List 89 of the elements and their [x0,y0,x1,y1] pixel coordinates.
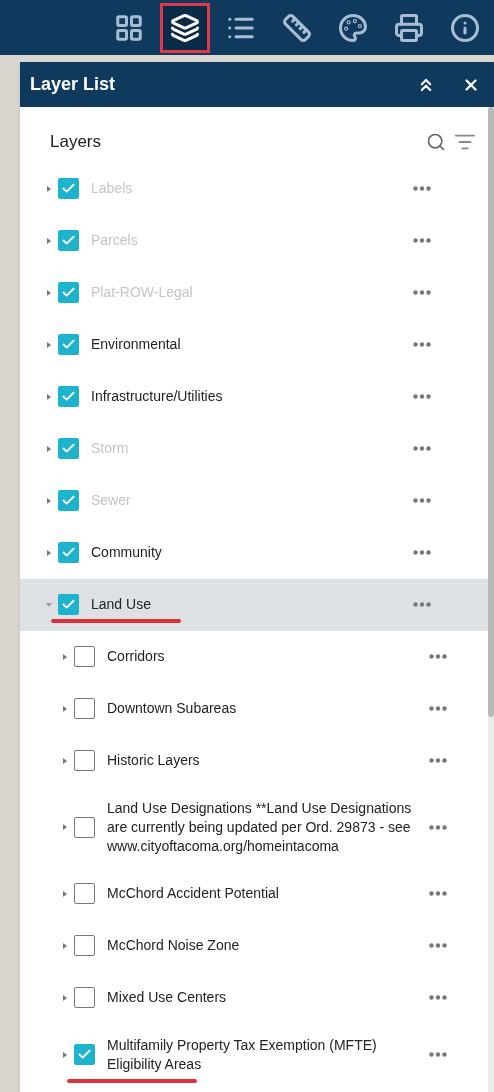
more-options-icon[interactable] [413,394,431,399]
caret-right-icon[interactable] [46,445,52,452]
layer-row-highlight[interactable]: Land Use [20,578,488,631]
more-options-icon[interactable] [429,891,447,896]
caret-right-icon[interactable] [62,1051,68,1058]
more-options-icon[interactable] [413,550,431,555]
caret-right-icon[interactable] [46,341,52,348]
layer-checkbox[interactable] [74,816,95,838]
more-options-icon[interactable] [429,824,447,830]
checkmark-icon [61,233,76,248]
layer-name: McChord Noise Zone [107,936,241,955]
more-options-icon[interactable] [429,995,447,1000]
panel-title: Layer List [30,73,117,96]
layer-name: Labels [91,179,134,198]
caret-right-icon[interactable] [62,890,68,897]
checkmark-icon [61,441,76,456]
caret-right-icon[interactable] [62,705,68,712]
layer-name: Community [91,543,163,562]
section-title: Layers [50,131,103,153]
layer-name: Multifamily Property Tax Exemption (MFTE) Eligibility Areas [107,1035,378,1074]
layer-checkbox[interactable] [58,542,79,563]
layer-checkbox[interactable] [58,438,79,459]
layer-checkbox[interactable] [74,1044,95,1065]
more-options-icon[interactable] [413,602,431,607]
caret-right-icon[interactable] [46,289,52,296]
layer-checkbox[interactable] [74,698,95,719]
layer-checkbox[interactable] [58,490,79,511]
search-icon[interactable] [426,131,446,152]
more-options-icon[interactable] [413,446,431,451]
caret-right-icon[interactable] [46,185,52,192]
layer-checkbox[interactable] [74,750,95,771]
layer-name: Downtown Subareas [107,699,238,718]
checkmark-icon [61,545,76,560]
layer-name: Parcels [91,231,139,250]
layer-checkbox[interactable] [58,282,79,303]
more-options-icon[interactable] [429,758,447,763]
more-options-icon[interactable] [429,706,447,711]
layer-checkbox[interactable] [74,646,95,667]
layer-name: Land Use Designations **Land Use Designations are currently being updated per Ord. 29873 - see www.cityoftacoma.org/homeintacoma [107,798,413,856]
layer-name: Corridors [107,647,166,666]
checkmark-icon [61,389,76,404]
checkmark-icon [61,285,76,300]
layer-checkbox[interactable] [58,386,79,407]
grid-icon [114,12,144,43]
layer-name: Storm [91,439,130,458]
caret-right-icon[interactable] [62,942,68,949]
layer-checkbox[interactable] [58,594,79,615]
caret-right-icon[interactable] [46,237,52,244]
layer-name: McChord Accident Potential [107,884,280,903]
scrollbar[interactable] [488,107,494,1092]
toolbar-button[interactable] [160,2,210,53]
info-icon [450,12,480,43]
layer-name: Land Use [91,595,152,614]
more-options-icon[interactable] [413,342,431,347]
more-options-icon[interactable] [429,1052,447,1057]
checkmark-icon [61,597,76,612]
more-options-icon[interactable] [413,186,431,191]
checkmark-icon [61,493,76,508]
caret-right-icon[interactable] [62,653,68,660]
more-options-icon[interactable] [413,238,431,243]
layer-name: Environmental [91,335,182,354]
more-options-icon[interactable] [413,290,431,295]
layer-checkbox[interactable] [74,987,95,1008]
layer-checkbox[interactable] [74,883,95,904]
checkmark-icon [61,181,76,196]
caret-right-icon[interactable] [46,549,52,556]
checkmark-icon [77,1047,92,1062]
layer-checkbox[interactable] [74,935,95,956]
layer-name: Sewer [91,491,132,510]
ruler-icon [282,12,312,43]
more-options-icon[interactable] [429,943,447,948]
more-options-icon[interactable] [429,654,447,659]
caret-right-icon[interactable] [62,757,68,764]
caret-right-icon[interactable] [62,824,68,830]
layer-name: Mixed Use Centers [107,988,228,1007]
layer-name: Plat-ROW-Legal [91,283,194,302]
caret-right-icon[interactable] [46,393,52,400]
layer-checkbox[interactable] [58,230,79,251]
layer-name: Historic Layers [107,751,201,770]
more-options-icon[interactable] [413,498,431,503]
layer-checkbox[interactable] [58,334,79,355]
palette-icon [338,12,368,43]
printer-icon [394,12,424,43]
caret-right-icon[interactable] [62,994,68,1001]
caret-right-icon[interactable] [46,497,52,504]
layer-checkbox[interactable] [58,178,79,199]
layer-name: Infrastructure/Utilities [91,387,224,406]
layers-icon [170,12,200,43]
checkmark-icon [61,337,76,352]
